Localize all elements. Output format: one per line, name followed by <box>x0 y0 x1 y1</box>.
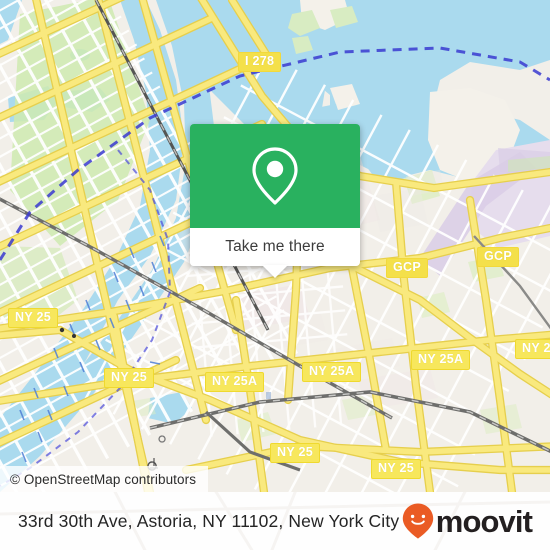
osm-attribution: © OpenStreetMap contributors <box>0 466 209 492</box>
road-shield: NY 25A <box>205 372 265 392</box>
road-shield: GCP <box>386 258 428 278</box>
osm-attribution-text: © OpenStreetMap contributors <box>10 471 197 487</box>
card-pointer-tail <box>262 265 288 278</box>
card-pin-area <box>190 124 360 228</box>
take-me-there-card[interactable]: Take me there <box>190 124 360 278</box>
road-shield: NY 25 <box>371 459 422 479</box>
road-shield: NY 25A <box>411 350 471 370</box>
road-shield: NY 25A <box>515 339 550 359</box>
moovit-map-screenshot: I 278 GCP GCP NY 25 NY 25 NY 25A NY 25A NY 25A N… <box>0 0 550 550</box>
road-shield: NY 25 <box>270 443 321 463</box>
moovit-logo[interactable]: moovit <box>401 502 533 540</box>
road-shield: NY 25 <box>104 368 155 388</box>
address-label: 33rd 30th Ave, Astoria, NY 11102, New Yo… <box>18 510 400 531</box>
footer-bar: 33rd 30th Ave, Astoria, NY 11102, New Yo… <box>0 492 550 550</box>
card-action-row[interactable]: Take me there <box>190 228 360 278</box>
take-me-there-label: Take me there <box>225 238 325 255</box>
moovit-pin-icon <box>402 503 433 539</box>
road-shield: GCP <box>477 247 519 267</box>
moovit-wordmark: moovit <box>435 503 533 539</box>
road-shield: NY 25 <box>8 308 59 328</box>
road-shield: I 278 <box>238 52 282 72</box>
map-pin-icon <box>252 147 298 205</box>
road-shield: NY 25A <box>302 362 362 382</box>
